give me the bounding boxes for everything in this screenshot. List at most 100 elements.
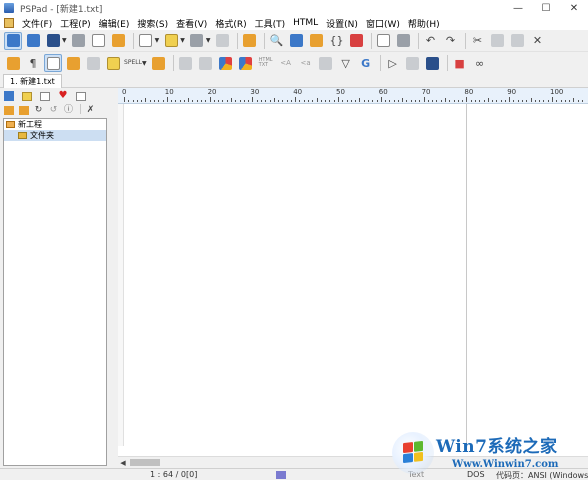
menu-help[interactable]: 帮助(H) [404,17,444,30]
show-invisibles-button[interactable]: ¶ [24,54,42,72]
text-editor[interactable] [124,104,588,446]
compare-button[interactable] [348,32,366,50]
html-tidy-button[interactable] [217,54,235,72]
copy-button[interactable] [489,32,507,50]
panel-tab-explorer[interactable] [38,90,52,102]
color-picker-button[interactable] [237,54,255,72]
ruler-tick [243,100,245,102]
record-macro-button[interactable]: ■ [451,54,469,72]
tree-item-root[interactable]: 新工程 [4,119,106,130]
redo-button[interactable]: ↷ [442,32,460,50]
document-menu-icon[interactable] [4,18,14,28]
add-folder-button[interactable] [2,104,15,116]
save-all-button[interactable] [214,32,232,50]
panel-tab-projects[interactable] [2,90,16,102]
ruler-tick [333,100,335,102]
indent-button[interactable] [177,54,195,72]
macro-button[interactable] [317,54,335,72]
ruler-tick [556,100,558,102]
tab-new1-txt[interactable]: 1. 新建1.txt [3,74,62,88]
spell-check-button[interactable]: SPELL [124,54,142,72]
line-end-icon [6,56,20,70]
info-button[interactable]: ⓘ [62,104,75,116]
undo-button[interactable]: ↶ [422,32,440,50]
scroll-left-icon[interactable]: ◀ [118,459,128,467]
word-wrap-button[interactable] [64,54,82,72]
ruler-tick [581,100,583,102]
menu-tools[interactable]: 工具(T) [251,17,290,30]
tag-button[interactable]: <A [277,54,295,72]
compile-button[interactable] [404,54,422,72]
panel-tab-windows[interactable] [74,90,88,102]
minimize-button[interactable]: — [504,0,532,16]
menu-window[interactable]: 窗口(W) [362,17,404,30]
html-to-text-button[interactable]: HTML TXT [257,54,275,72]
add-file-button[interactable] [17,104,30,116]
command-prompt-button[interactable] [424,54,442,72]
ruler-tick [500,100,502,102]
ruler-tick [560,100,562,102]
project-settings-button[interactable] [110,32,128,50]
new-project-button[interactable] [4,31,22,50]
menu-view[interactable]: 查看(V) [172,17,211,30]
project-icon [6,121,15,128]
outdent-button[interactable] [197,54,215,72]
find-button[interactable]: 🔍 [268,32,286,50]
menu-search[interactable]: 搜索(S) [133,17,172,30]
tools-button[interactable]: ✗ [84,104,97,116]
menu-project[interactable]: 工程(P) [56,17,94,30]
open-file-button[interactable] [162,32,180,50]
log-button[interactable] [90,32,108,50]
menu-html[interactable]: HTML [289,18,322,28]
menu-edit[interactable]: 编辑(E) [95,17,134,30]
refresh-button[interactable]: ↻ [32,104,45,116]
tree-item-folder[interactable]: 文件夹 [4,130,106,141]
close-button[interactable]: ✕ [560,0,588,16]
panel-tab-favorites[interactable]: ♥ [56,90,70,102]
paste-button[interactable] [509,32,527,50]
ruler-tick [346,100,348,102]
matching-bracket-button[interactable]: {} [328,32,346,50]
panel-tab-files[interactable] [20,90,34,102]
column-mode-button[interactable] [84,54,102,72]
menu-file[interactable]: 文件(F) [18,17,56,30]
ruler-tick [474,100,476,102]
chevron-down-icon[interactable]: ▼ [142,60,147,67]
read-only-button[interactable] [104,54,122,72]
delete-button[interactable]: ✕ [529,32,547,50]
bookmark-button[interactable] [241,32,259,50]
watermark-brand: Win7系统之家 [436,437,558,457]
scrollbar-thumb[interactable] [130,459,160,466]
ruler-tick [526,100,528,102]
view-glasses-button[interactable]: ∞ [471,54,489,72]
maximize-button[interactable]: ☐ [532,0,560,16]
close-tag-button[interactable]: <a [297,54,315,72]
filter-icon: ▽ [341,56,350,70]
open-project-button[interactable] [24,32,42,50]
print-button[interactable] [395,32,413,50]
cut-button[interactable]: ✂ [469,32,487,50]
run-button[interactable]: ▷ [384,54,402,72]
folder-icon [22,91,32,101]
bookmark-toggle-button[interactable] [150,54,168,72]
chevron-down-icon[interactable]: ▼ [206,37,211,44]
reload-button[interactable]: ↺ [47,104,60,116]
new-file-button[interactable] [137,32,155,50]
line-end-button[interactable] [4,54,22,72]
menu-settings[interactable]: 设置(N) [322,17,362,30]
chevron-down-icon[interactable]: ▼ [180,37,185,44]
ruler-label: 20 [207,88,217,96]
preview-button[interactable] [375,32,393,50]
close-project-button[interactable] [70,32,88,50]
google-button[interactable]: G [357,54,375,72]
find-in-files-button[interactable] [308,32,326,50]
save-project-button[interactable] [44,32,62,50]
chevron-down-icon[interactable]: ▼ [62,37,67,44]
chevron-down-icon[interactable]: ▼ [155,37,160,44]
ruler-tick [141,100,143,102]
line-numbers-button[interactable] [44,54,62,72]
replace-button[interactable] [288,32,306,50]
filter-button[interactable]: ▽ [337,54,355,72]
menu-format[interactable]: 格式(R) [211,17,250,30]
save-button[interactable] [188,32,206,50]
